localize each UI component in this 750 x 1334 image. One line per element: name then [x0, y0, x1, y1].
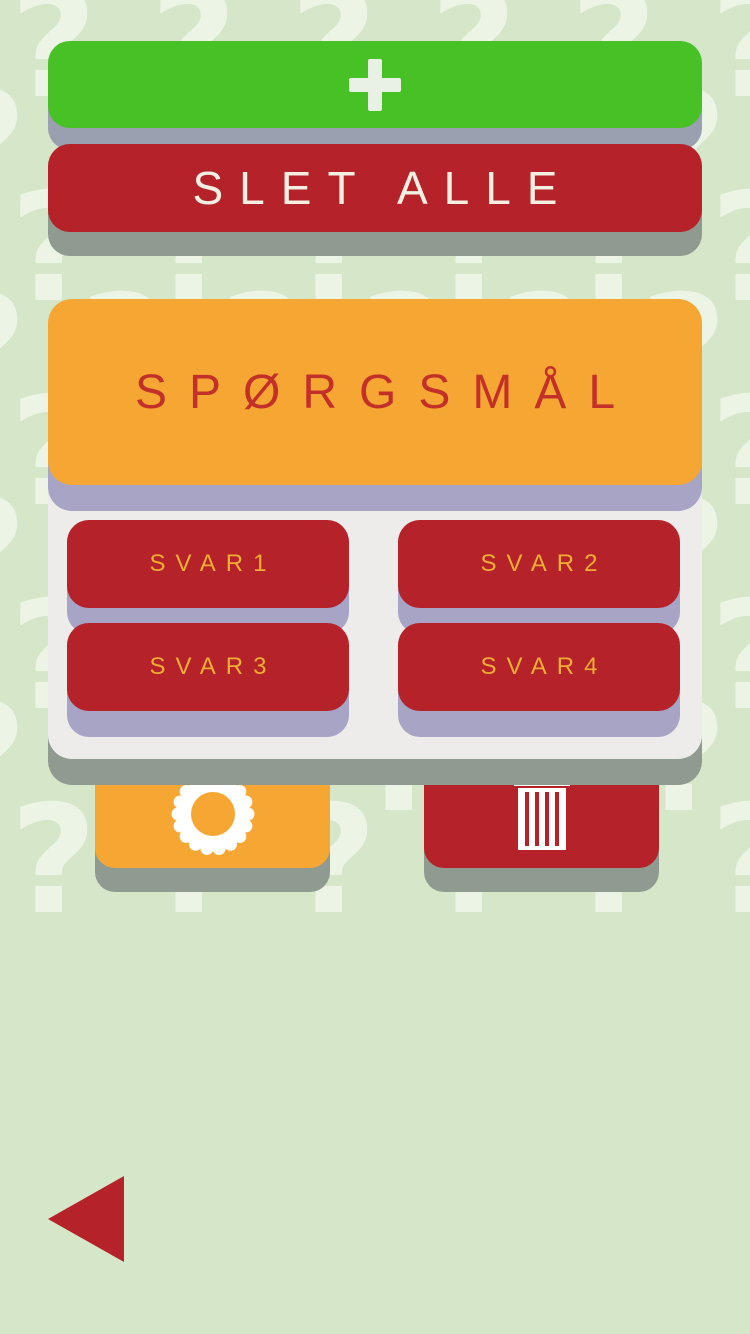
settings-button[interactable] [95, 760, 330, 868]
background-question-mark: ? [710, 786, 750, 936]
question-label: SPØRGSMÅL [134, 365, 638, 419]
answer-label: SVAR2 [480, 550, 608, 577]
trash-icon [513, 776, 570, 850]
answer-label: SVAR4 [480, 653, 608, 680]
answer-button-2[interactable]: SVAR2 [398, 520, 680, 608]
back-arrow-icon [48, 1176, 124, 1262]
answer-button-3[interactable]: SVAR3 [67, 623, 349, 711]
plus-icon [349, 58, 401, 111]
delete-all-label: SLET ALLE [192, 162, 574, 214]
answer-label: SVAR1 [149, 550, 277, 577]
background-question-mark: ? [10, 774, 98, 948]
back-button[interactable] [48, 1176, 124, 1262]
delete-question-button[interactable] [424, 760, 659, 868]
add-question-button[interactable] [48, 41, 702, 128]
answer-button-4[interactable]: SVAR4 [398, 623, 680, 711]
gear-icon [171, 773, 254, 855]
answer-button-1[interactable]: SVAR1 [67, 520, 349, 608]
delete-all-button[interactable]: SLET ALLE [48, 144, 702, 232]
answer-label: SVAR3 [149, 653, 277, 680]
question-card: SPØRGSMÅL SVAR1 SVAR2 SVAR3 SVAR4 [48, 299, 702, 759]
question-field[interactable]: SPØRGSMÅL [48, 299, 702, 485]
